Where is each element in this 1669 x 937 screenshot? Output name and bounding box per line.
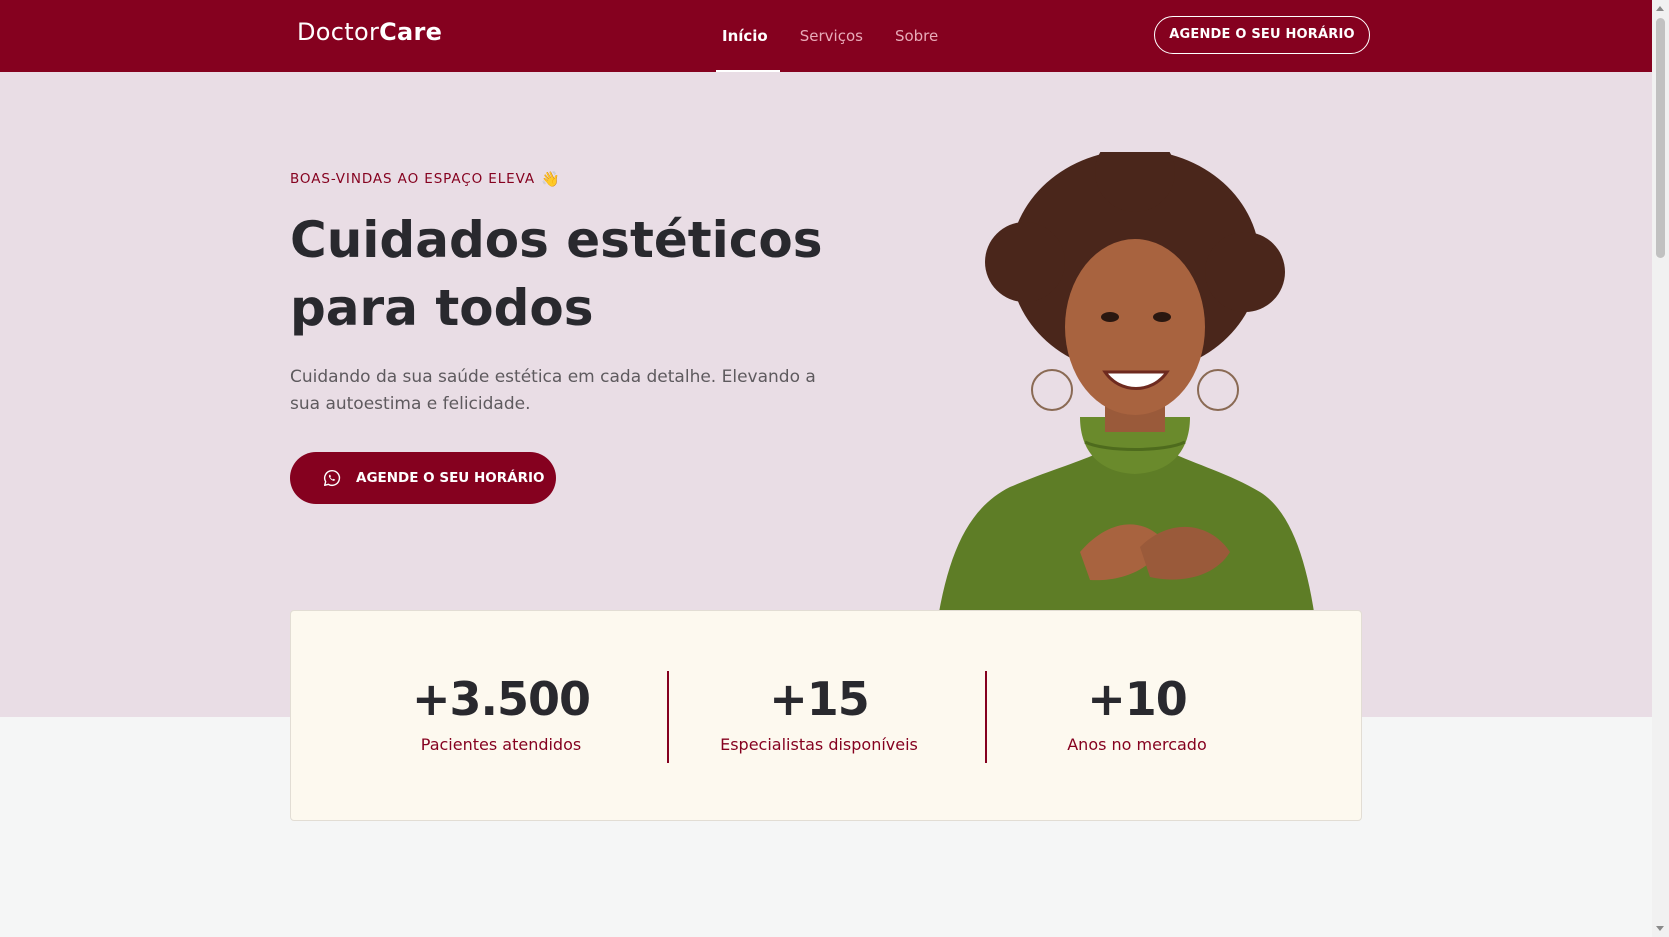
stat-label: Pacientes atendidos	[420, 735, 582, 754]
main-nav: Início Serviços Sobre	[716, 0, 938, 72]
headline-line-2: para todos	[290, 279, 594, 337]
hero-subtitle: Cuidando da sua saúde estética em cada d…	[290, 367, 816, 414]
stats-card: +3.500 Pacientes atendidos +15 Especiali…	[290, 610, 1362, 821]
stat-patients: +3.500 Pacientes atendidos	[351, 671, 651, 754]
scroll-thumb[interactable]	[1656, 18, 1665, 258]
site-header: DoctorCare Início Serviços Sobre AGENDE …	[0, 0, 1652, 72]
nav-item-sobre[interactable]: Sobre	[895, 0, 938, 72]
hero-eyebrow: BOAS-VINDAS AO ESPAÇO ELEVA 👋	[290, 170, 561, 188]
scroll-up-arrow-icon[interactable]	[1656, 6, 1664, 11]
waving-hand-icon: 👋	[541, 170, 561, 188]
eyebrow-text: BOAS-VINDAS AO ESPAÇO ELEVA	[290, 171, 535, 187]
stat-label: Especialistas disponíveis	[720, 735, 918, 754]
stat-specialists: +15 Especialistas disponíveis	[669, 671, 969, 754]
stat-value: +10	[1087, 672, 1188, 726]
stat-value: +15	[769, 672, 870, 726]
woman-portrait-image	[930, 152, 1322, 682]
hero-schedule-button[interactable]: AGENDE O SEU HORÁRIO	[290, 452, 556, 504]
hero-headline: Cuidados estéticos para todos	[290, 206, 890, 342]
stat-years: +10 Anos no mercado	[987, 671, 1287, 754]
stat-value: +3.500	[411, 672, 591, 726]
whatsapp-icon	[323, 469, 341, 487]
logo[interactable]: DoctorCare	[297, 18, 442, 46]
nav-item-inicio[interactable]: Início	[716, 0, 780, 72]
header-schedule-button[interactable]: AGENDE O SEU HORÁRIO	[1154, 16, 1370, 54]
headline-line-1: Cuidados estéticos	[290, 211, 823, 269]
stat-label: Anos no mercado	[1067, 735, 1207, 754]
nav-item-servicos[interactable]: Serviços	[800, 0, 863, 72]
scroll-down-arrow-icon[interactable]	[1656, 926, 1664, 931]
hero-cta-label: AGENDE O SEU HORÁRIO	[356, 470, 545, 486]
page-scrollbar[interactable]	[1652, 0, 1669, 937]
